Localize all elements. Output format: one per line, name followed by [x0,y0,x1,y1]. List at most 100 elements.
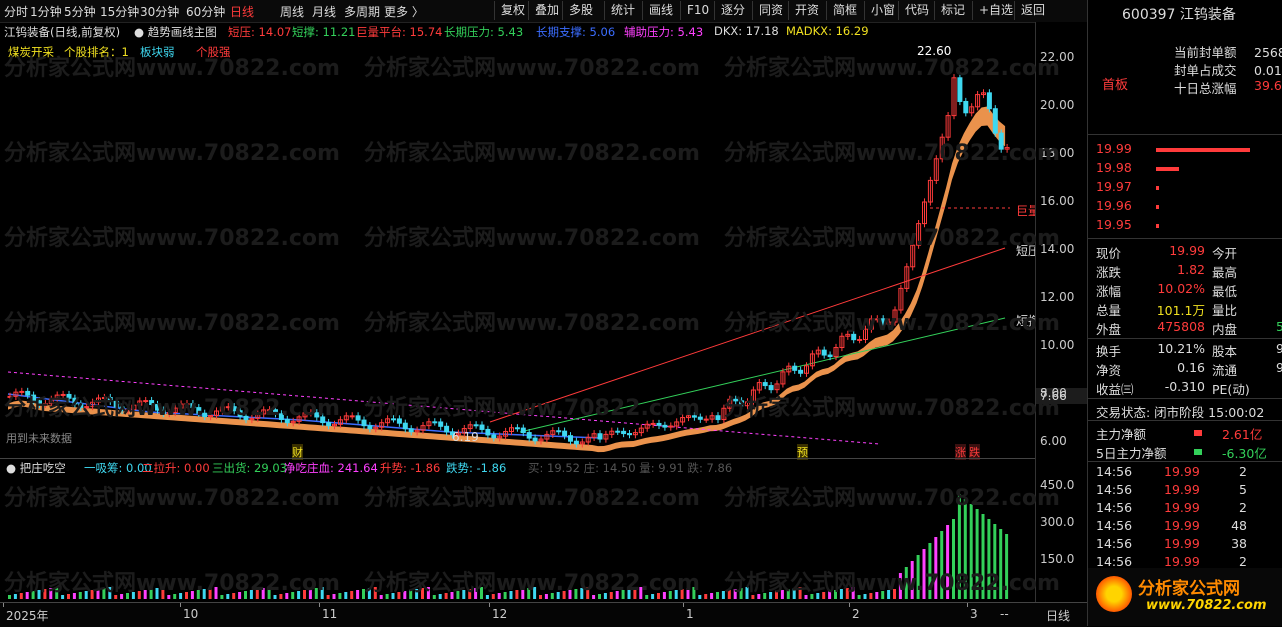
indicator-bar [344,592,348,599]
bid-row[interactable]: 19.95 [1088,217,1282,236]
logo-url: www.70822.com [1146,598,1267,613]
toolbar-button-0[interactable]: 复权 [494,1,531,20]
bid-row[interactable]: 19.98 [1088,160,1282,179]
toolbar-button-2[interactable]: 多股 [562,1,599,20]
toolbar-button-7[interactable]: 同资 [752,1,789,20]
date-tick-mark [3,603,4,607]
watermark: 分析家公式网www.70822.com [4,571,340,596]
indicator-value-7: MADKX: 16.29 [786,24,869,38]
stat-value: -0.310 [1164,379,1205,394]
bid-row[interactable]: 19.96 [1088,198,1282,217]
period-tab-6[interactable]: 日线 [230,3,254,20]
toolbar-button-8[interactable]: 开资 [788,1,825,20]
toolbar-button-5[interactable]: F10 [680,1,715,20]
seal-label: 十日总涨幅 [1174,81,1237,96]
stat-label: 换手 [1096,344,1122,359]
period-switch-tab[interactable]: 日线 [1046,607,1070,624]
quote-row: 外盘 475808 内盘 5 [1088,319,1282,338]
period-tab-4[interactable]: 30分钟 [140,3,179,20]
candle-body [762,382,768,387]
candle-body [473,424,479,427]
toolbar-button-9[interactable]: 简框 [826,1,863,20]
stock-title: 江钨装备(日线,前复权) [4,25,121,39]
future-data-note: 用到未来数据 [6,432,72,445]
bid-row[interactable]: 19.97 [1088,179,1282,198]
period-tab-10[interactable]: 更多 〉 [384,3,424,20]
watermark: 分析家公式网www.70822.com [4,486,340,511]
period-tab-3[interactable]: 15分钟 [100,3,139,20]
stat-label: 净资 [1096,363,1122,378]
watermark: 分析家公式网www.70822.com [4,56,340,81]
price-tick: 10.00 [1040,338,1075,352]
watermark: 分析家公式网www.70822.com [364,56,700,81]
toolbar-button-14[interactable]: 返回 [1014,1,1051,20]
date-tick-mark [180,603,181,607]
bid-row[interactable]: 19.99 [1088,141,1282,160]
candle-body [408,428,414,433]
candle-body [532,437,538,442]
date-tick-mark [849,603,850,607]
candle-body [792,365,798,371]
stock-code-name: 600397 江钨装备 [1088,4,1282,23]
toolbar-button-11[interactable]: 代码 [898,1,935,20]
quote-value: 1.82 [1177,262,1205,277]
candle-body [514,427,520,430]
stat-value: 10.21% [1157,341,1205,356]
quote-label-2: 最低 [1212,284,1238,299]
period-tab-0[interactable]: 分时 [4,3,28,20]
period-tab-2[interactable]: 5分钟 [64,3,96,20]
candle-body [349,415,355,418]
toolbar-button-3[interactable]: 统计 [604,1,641,20]
candle-body [520,427,526,434]
watermark: 分析家公式网www.70822.com [364,396,700,421]
fund-swatch [1194,430,1202,436]
quote-label: 现价 [1096,246,1122,261]
price-tick: 20.00 [1040,98,1075,112]
watermark: 分析家公式网www.70822.com [4,311,340,336]
tick-time: 14:56 [1096,464,1133,479]
indicator-dot-icon: ● [134,25,145,39]
period-tab-9[interactable]: 多周期 [344,3,380,20]
lower-value-1: 二拉升: 0.00 [142,461,210,475]
toolbar-button-10[interactable]: 小窗 [864,1,901,20]
stat-label-2: 股本 [1212,344,1238,359]
toolbar-button-12[interactable]: 标记 [934,1,971,20]
date-label: 2 [852,607,860,621]
tick-time: 14:56 [1096,482,1133,497]
fund-value: 2.61亿 [1222,427,1263,442]
date-tick-mark [683,603,684,607]
stat-row: 净资 0.16 流通 9 [1088,360,1282,379]
fund-value: -6.30亿 [1222,446,1267,461]
indicator-name[interactable]: ● 趋势画线主图 [134,24,217,40]
candle-body [615,430,621,433]
stat-row: 换手 10.21% 股本 9 [1088,341,1282,360]
lower-value-5: 跌势: -1.86 [446,461,507,475]
toolbar-button-4[interactable]: 画线 [642,1,679,20]
bid-volume-bar [1156,148,1250,152]
tick-qty: 2 [1239,500,1247,515]
candle-body [556,430,562,433]
candle-body [656,422,662,426]
period-tab-1[interactable]: 1分钟 [30,3,62,20]
candle-body [479,424,485,430]
date-axis: 2025年 10 11 12 1 2 3 -- 日线 [0,602,1087,627]
lower-indicator-name[interactable]: ● 把庄吃空 [6,460,66,476]
period-tab-5[interactable]: 60分钟 [186,3,225,20]
toolbar-button-1[interactable]: 叠加 [528,1,565,20]
toolbar-button-6[interactable]: 逐分 [714,1,751,20]
divider [1088,420,1282,421]
toolbar-button-13[interactable]: +自选 [972,1,1019,20]
period-tab-7[interactable]: 周线 [280,3,304,20]
tick-row: 14:56 19.99 2 [1088,464,1282,483]
period-tab-8[interactable]: 月线 [312,3,336,20]
bid-volume-bar [1156,205,1159,209]
price-tick: 16.00 [1040,194,1075,208]
fund-row: 主力净额 2.61亿 [1088,424,1282,443]
indicator-dot-icon: ● [6,461,17,475]
quote-row: 涨幅 10.02% 最低 [1088,281,1282,300]
candle-body [986,92,992,110]
logo-flower-icon [1096,576,1132,612]
seal-label: 封单占成交 [1174,63,1237,78]
seal-value: 39.69% [1254,78,1282,93]
candle-body [402,422,408,430]
